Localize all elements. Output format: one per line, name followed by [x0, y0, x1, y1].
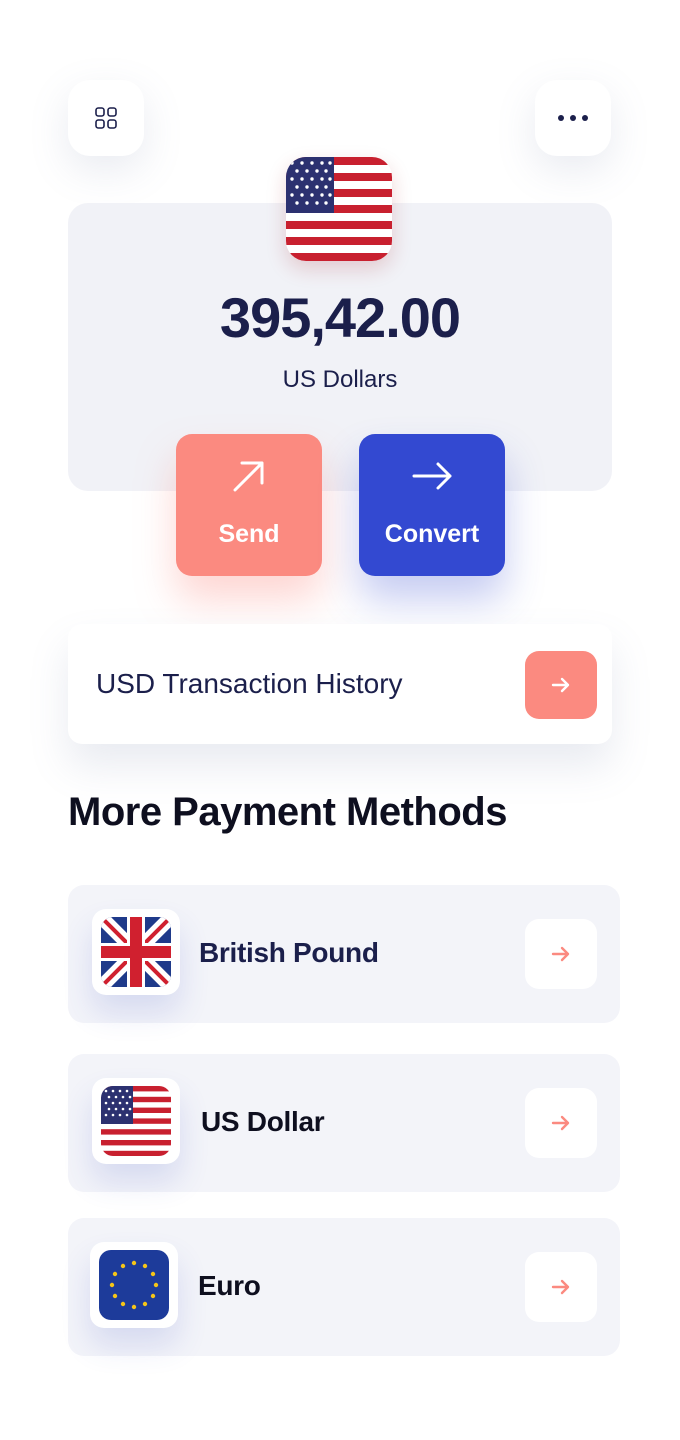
convert-label: Convert	[384, 520, 480, 548]
us-flag-icon	[101, 1086, 171, 1156]
eu-flag-icon	[99, 1250, 169, 1320]
send-label: Send	[218, 520, 280, 548]
arrow-right-icon	[551, 946, 570, 962]
payment-method-name: British Pound	[199, 937, 379, 968]
payment-method-euro[interactable]: Euro	[68, 1218, 620, 1356]
arrow-right-icon	[412, 462, 452, 490]
menu-button[interactable]	[68, 80, 144, 156]
balance-amount: 395,42.00	[219, 286, 461, 349]
convert-button[interactable]: Convert	[359, 434, 505, 576]
flag-tile	[92, 1078, 180, 1164]
payment-method-us-dollar[interactable]: US Dollar	[68, 1054, 620, 1192]
payment-method-arrow-button[interactable]	[525, 1088, 597, 1158]
arrow-right-icon	[551, 1279, 570, 1295]
arrow-up-right-icon	[233, 461, 264, 492]
flag-tile	[92, 909, 180, 995]
flag-tile	[90, 1242, 178, 1328]
us-flag-icon	[286, 157, 392, 261]
send-button[interactable]: Send	[176, 434, 322, 576]
grid-icon	[95, 107, 117, 129]
transaction-history-label: USD Transaction History	[96, 668, 403, 699]
transaction-history-row[interactable]: USD Transaction History	[68, 624, 612, 744]
payment-method-british-pound[interactable]: British Pound	[68, 885, 620, 1023]
more-horizontal-icon	[558, 115, 588, 121]
arrow-right-icon	[551, 1115, 570, 1131]
transaction-history-button[interactable]	[525, 651, 597, 719]
arrow-right-icon	[551, 677, 570, 693]
more-options-button[interactable]	[535, 80, 611, 156]
payment-method-name: Euro	[198, 1270, 261, 1301]
payment-method-arrow-button[interactable]	[525, 919, 597, 989]
payment-method-name: US Dollar	[201, 1106, 325, 1137]
payment-method-arrow-button[interactable]	[525, 1252, 597, 1322]
section-title: More Payment Methods	[68, 790, 507, 834]
currency-label: US Dollars	[282, 366, 398, 393]
uk-flag-icon	[101, 917, 171, 987]
